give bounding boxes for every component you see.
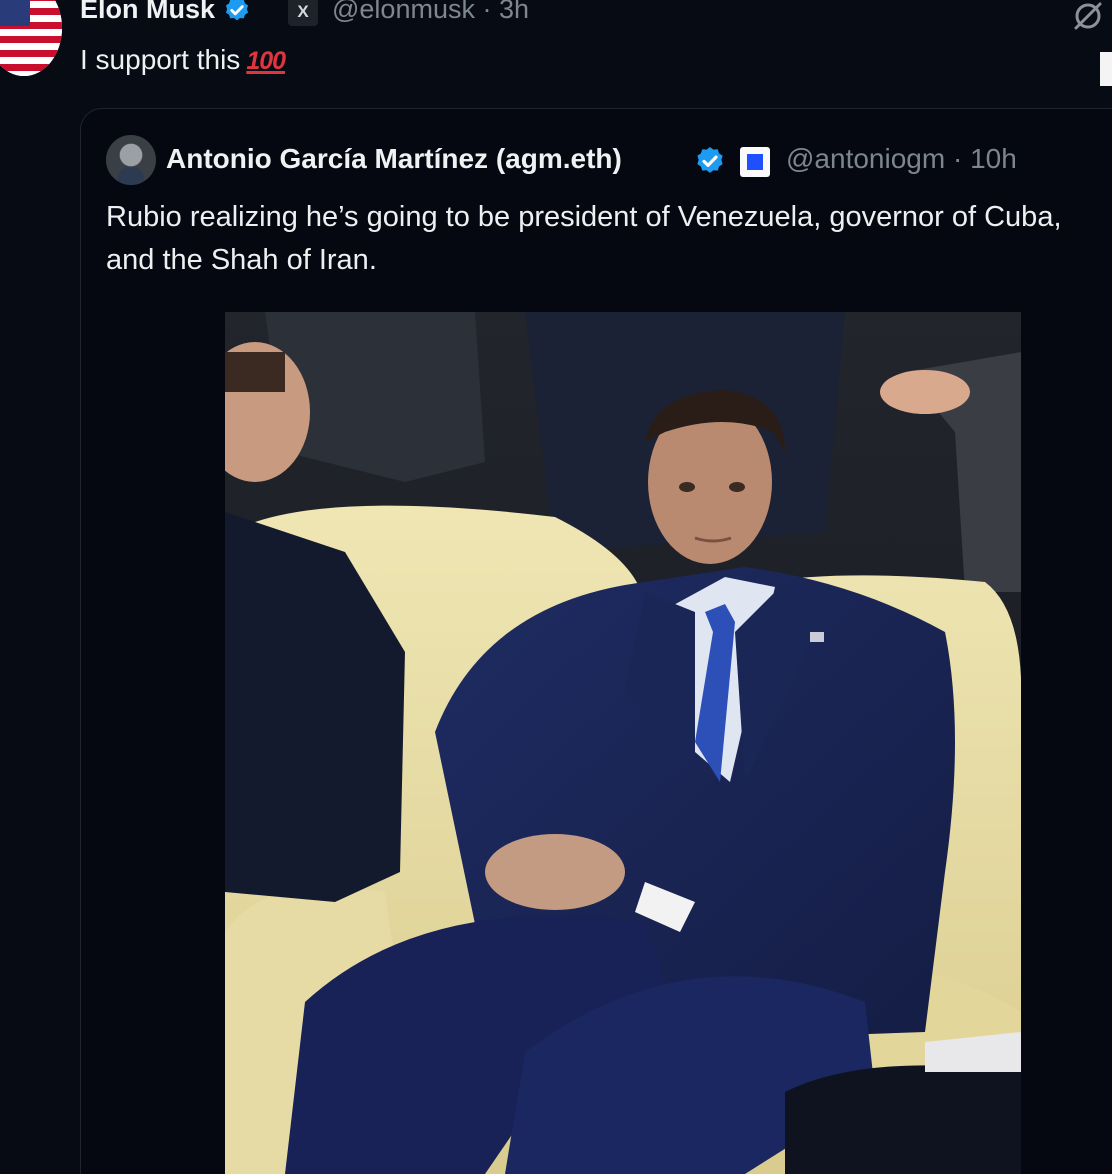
flag-canton xyxy=(0,0,30,26)
cropped-ui-fragment xyxy=(1100,52,1112,86)
avatar-body xyxy=(118,167,144,185)
author-name-row[interactable]: Elon Musk xyxy=(80,0,251,25)
quoted-tweet-photo[interactable] xyxy=(225,312,1021,1174)
quoted-tweet-text: Rubio realizing he’s going to be preside… xyxy=(106,201,1062,276)
tweet-text: I support this 100 xyxy=(80,44,286,76)
quoted-author-name[interactable]: Antonio García Martínez (agm.eth) xyxy=(166,143,622,175)
us-flag-avatar[interactable] xyxy=(0,0,62,76)
grok-icon[interactable] xyxy=(1070,0,1106,34)
affiliate-square-badge[interactable] xyxy=(740,147,770,177)
tweet-page: Elon Musk X @elonmusk · 3h I support thi… xyxy=(0,0,1112,1174)
verified-badge-icon xyxy=(697,147,723,173)
hundred-points-emoji: 100 xyxy=(246,47,286,75)
author-name[interactable]: Elon Musk xyxy=(80,0,215,25)
verified-badge-icon xyxy=(225,0,249,20)
x-badge-letter: X xyxy=(297,2,309,21)
quoted-author-avatar[interactable] xyxy=(106,135,156,185)
x-affiliate-badge[interactable]: X xyxy=(288,0,318,26)
photo-illustration xyxy=(225,312,1021,1174)
author-handle-time[interactable]: @elonmusk · 3h xyxy=(332,0,529,25)
tweet-text-body: I support this xyxy=(80,44,241,75)
quoted-author-handle-time[interactable]: @antoniogm · 10h xyxy=(786,143,1017,175)
